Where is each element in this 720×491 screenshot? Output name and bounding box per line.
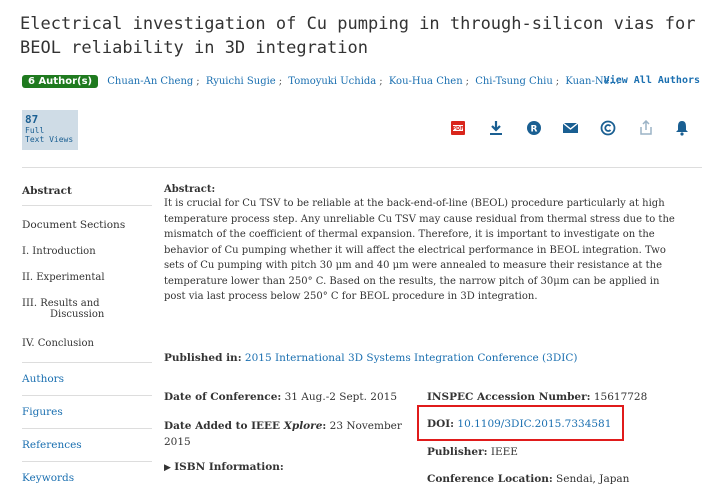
abstract-section: Abstract: It is crucial for Cu TSV to be… (164, 184, 684, 305)
divider (22, 167, 702, 168)
conference-date-label: Date of Conference: (164, 391, 282, 403)
document-title: Electrical investigation of Cu pumping i… (20, 14, 696, 58)
sidebar-item-experimental[interactable]: II. Experimental (22, 272, 152, 283)
share-icon[interactable] (636, 118, 656, 138)
divider (22, 362, 152, 363)
divider (22, 205, 152, 206)
publisher-value: IEEE (490, 446, 518, 458)
copyright-icon[interactable] (598, 118, 618, 138)
svg-text:R: R (531, 125, 538, 135)
bell-icon[interactable] (672, 118, 692, 138)
author-link[interactable]: Chi-Tsung Chiu (475, 76, 553, 87)
conference-location: Conference Location: Sendai, Japan (427, 473, 707, 485)
view-all-authors-link[interactable]: View All Authors (604, 75, 700, 86)
views-label-line2: Text Views (25, 135, 74, 144)
date-added-label: Date Added to IEEE (164, 420, 284, 432)
inspec-value: 15617728 (593, 391, 648, 403)
author-link[interactable]: Chuan-An Cheng (107, 76, 193, 87)
author-link[interactable]: Kou-Hua Chen (389, 76, 463, 87)
sidebar-item-introduction[interactable]: I. Introduction (22, 246, 152, 257)
sidebar-item-conclusion[interactable]: IV. Conclusion (22, 338, 152, 349)
author-link[interactable]: Ryuichi Sugie (206, 76, 276, 87)
sidebar-item-figures[interactable]: Figures (22, 406, 152, 418)
sidebar-item-label: Discussion (50, 309, 105, 320)
sidebar-item-authors[interactable]: Authors (22, 373, 152, 385)
views-label-line1: Full (25, 126, 45, 135)
author-count-badge[interactable]: 6 Author(s) (22, 75, 99, 88)
isbn-toggle[interactable]: ▶ ISBN Information: (164, 461, 414, 473)
doi-highlight-box (417, 405, 624, 441)
mail-icon[interactable] (560, 118, 580, 138)
pdf-icon[interactable]: PDF (448, 118, 468, 138)
authors-bar: 6 Author(s) Chuan-An Cheng; Ryuichi Sugi… (22, 75, 712, 93)
caret-right-icon: ▶ (164, 463, 171, 473)
date-added: Date Added to IEEE Xplore: 23 November 2… (164, 420, 402, 448)
location-value: Sendai, Japan (556, 473, 630, 485)
full-text-views-badge: 87 Full Text Views (22, 110, 78, 150)
divider (22, 428, 152, 429)
published-label: Published in: (164, 352, 242, 364)
publisher-label: Publisher: (427, 446, 488, 458)
document-sections-heading: Document Sections (22, 219, 126, 231)
divider (22, 461, 152, 462)
abstract-text: It is crucial for Cu TSV to be reliable … (164, 198, 675, 302)
inspec-label: INSPEC Accession Number: (427, 391, 591, 403)
conference-link[interactable]: 2015 International 3D Systems Integratio… (245, 352, 578, 364)
sidebar-item-abstract[interactable]: Abstract (22, 185, 152, 197)
registered-icon[interactable]: R (524, 118, 544, 138)
download-icon[interactable] (486, 118, 506, 138)
author-link[interactable]: Tomoyuki Uchida (288, 76, 376, 87)
sidebar-item-references[interactable]: References (22, 439, 152, 451)
isbn-label: ISBN Information: (174, 461, 284, 473)
conference-date: Date of Conference: 31 Aug.-2 Sept. 2015 (164, 391, 424, 403)
sidebar-item-keywords[interactable]: Keywords (22, 472, 152, 484)
published-in: Published in: 2015 International 3D Syst… (164, 352, 694, 364)
abstract-heading: Abstract: (164, 184, 216, 195)
conference-date-value: 31 Aug.-2 Sept. 2015 (284, 391, 398, 403)
views-count: 87 (25, 113, 39, 126)
svg-text:PDF: PDF (452, 126, 463, 132)
date-added-label-em: Xplore (283, 420, 323, 432)
inspec-number: INSPEC Accession Number: 15617728 (427, 391, 707, 403)
publisher: Publisher: IEEE (427, 446, 627, 458)
location-label: Conference Location: (427, 473, 553, 485)
sidebar-item-label: III. Results and (22, 298, 100, 309)
sidebar-item-results[interactable]: III. Results and Discussion (22, 298, 152, 320)
divider (22, 395, 152, 396)
